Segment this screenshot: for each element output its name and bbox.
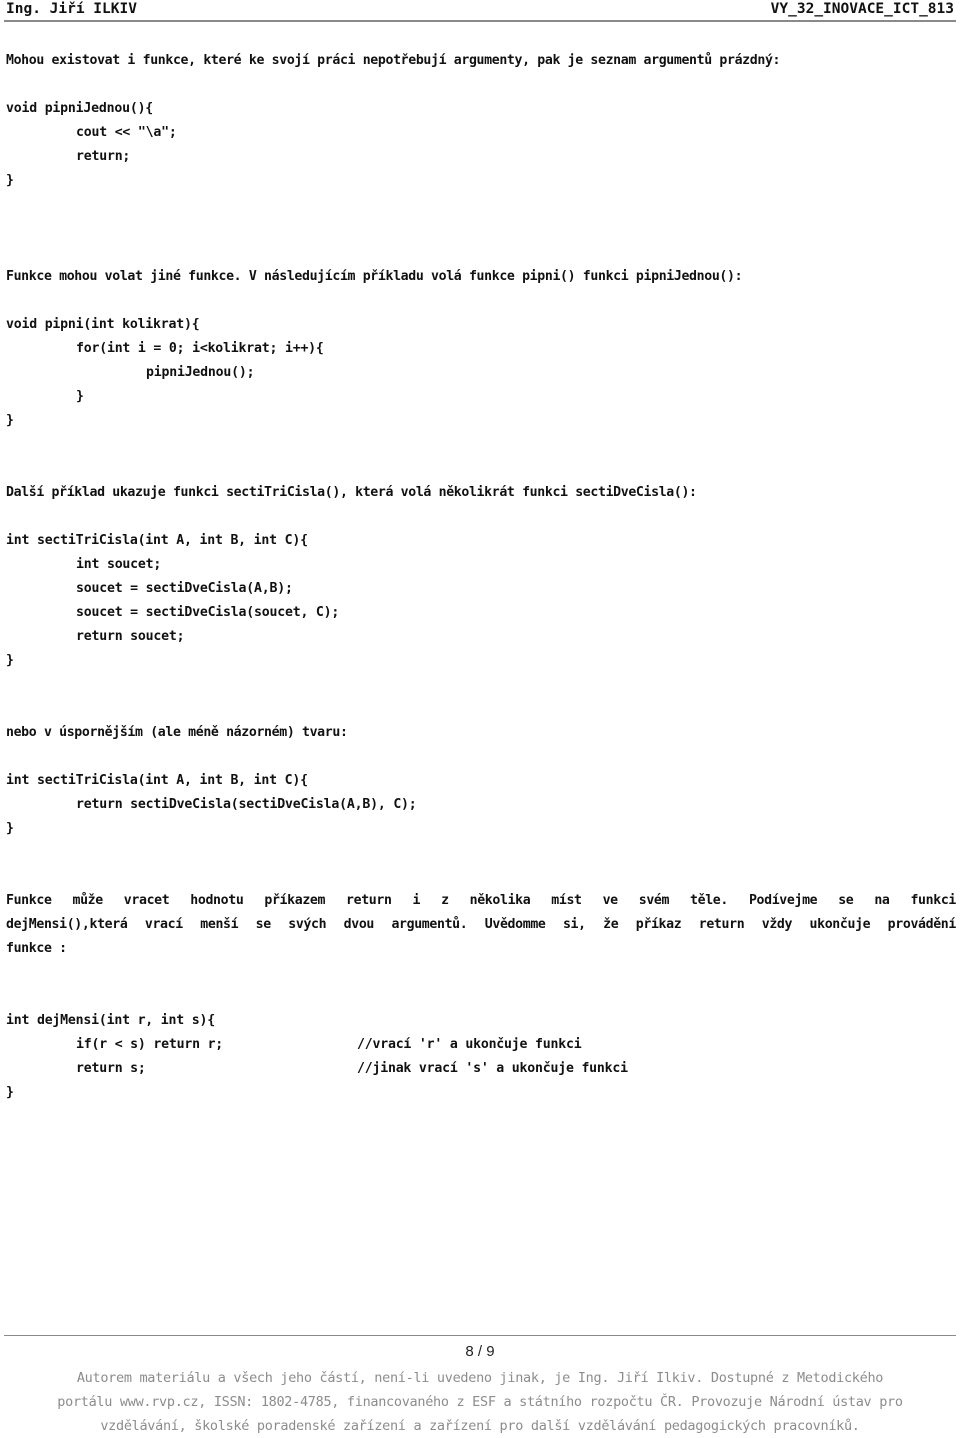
footer-credits: Autorem materiálu a všech jeho částí, ne… — [0, 1366, 960, 1438]
code-line: cout << "\a"; — [76, 125, 177, 140]
code-line: int dejMensi(int r, int s){ — [6, 1013, 215, 1028]
page-number: 8 / 9 — [465, 1343, 495, 1360]
footer-line: portálu www.rvp.cz, ISSN: 1802-4785, fin… — [57, 1394, 903, 1410]
code-line: int soucet; — [76, 557, 162, 572]
paragraph-line: Funkce může vracet hodnotu příkazem retu… — [6, 893, 956, 908]
code-line: soucet = sectiDveCisla(A,B); — [76, 581, 293, 596]
paragraph-secti: Další příklad ukazuje funkci sectiTriCis… — [6, 485, 697, 500]
code-line: soucet = sectiDveCisla(soucet, C); — [76, 605, 340, 620]
code-line: return; — [76, 149, 131, 164]
code-comment: //vrací 'r' a ukončuje funkci — [357, 1037, 582, 1052]
code-line: } — [6, 653, 14, 668]
code-line: } — [6, 413, 14, 428]
code-line: } — [6, 821, 14, 836]
footer-divider — [4, 1335, 956, 1336]
code-line: return s; — [76, 1061, 146, 1076]
header-author: Ing. Jiří ILKIV — [6, 1, 137, 17]
code-line: void pipni(int kolikrat){ — [6, 317, 200, 332]
code-line: } — [6, 1085, 14, 1100]
code-line: return soucet; — [76, 629, 185, 644]
paragraph-no-args: Mohou existovat i funkce, které ke svojí… — [6, 53, 781, 68]
footer-line: Autorem materiálu a všech jeho částí, ne… — [76, 1370, 884, 1386]
code-line: } — [6, 173, 14, 188]
code-line: } — [76, 389, 84, 404]
code-line: pipniJednou(); — [146, 365, 255, 380]
header-divider — [4, 20, 956, 22]
paragraph-shorter: nebo v úspornějším (ale méně názorném) t… — [6, 725, 348, 740]
paragraph-line: dejMensi(),která vrací menší se svých dv… — [6, 917, 956, 932]
code-comment: //jinak vrací 's' a ukončuje funkci — [357, 1061, 628, 1076]
paragraph-line: funkce : — [6, 941, 67, 956]
header-doc-code: VY_32_INOVACE_ICT_813 — [770, 1, 954, 17]
code-line: int sectiTriCisla(int A, int B, int C){ — [6, 773, 308, 788]
paragraph-calls: Funkce mohou volat jiné funkce. V násled… — [6, 269, 743, 284]
code-line: int sectiTriCisla(int A, int B, int C){ — [6, 533, 308, 548]
code-line: return sectiDveCisla(sectiDveCisla(A,B),… — [76, 797, 417, 812]
footer-line: vzdělávání, školské poradenské zařízení … — [100, 1418, 860, 1434]
code-line: for(int i = 0; i<kolikrat; i++){ — [76, 341, 324, 356]
code-line: if(r < s) return r; — [76, 1037, 224, 1052]
code-line: void pipniJednou(){ — [6, 101, 154, 116]
